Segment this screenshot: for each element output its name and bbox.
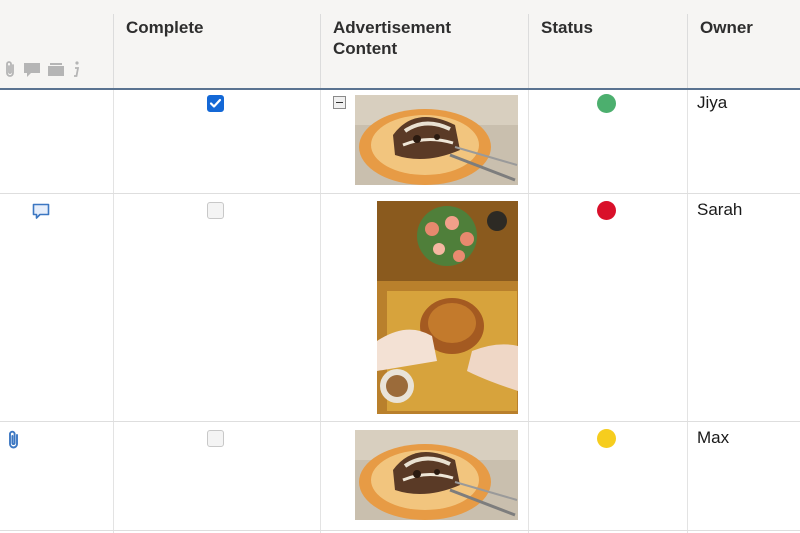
table-row[interactable]: Jiya — [0, 90, 800, 194]
column-header-ad-content[interactable]: Advertisement Content — [320, 0, 528, 88]
row-action-icons-header — [3, 60, 81, 83]
cake-plate-image[interactable] — [355, 430, 518, 520]
status-dot[interactable] — [597, 429, 616, 448]
table-row[interactable]: Max — [0, 422, 800, 531]
cake-plate-image[interactable] — [355, 95, 518, 185]
owner-name[interactable]: Sarah — [697, 200, 742, 220]
complete-checkbox[interactable] — [207, 202, 224, 219]
owner-name[interactable]: Max — [697, 428, 729, 448]
owner-name[interactable]: Jiya — [697, 93, 727, 113]
paperclip-icon[interactable] — [3, 60, 17, 83]
column-header-status[interactable]: Status — [528, 0, 687, 88]
sheet-grid: Complete Advertisement Content Status Ow… — [0, 0, 800, 533]
complete-checkbox[interactable] — [207, 430, 224, 447]
complete-checkbox[interactable] — [207, 95, 224, 112]
paperclip-icon[interactable] — [6, 430, 22, 455]
collapse-toggle-icon[interactable] — [333, 96, 346, 109]
status-dot[interactable] — [597, 201, 616, 220]
comment-icon[interactable] — [32, 203, 50, 225]
column-header-bar: Complete Advertisement Content Status Ow… — [0, 0, 800, 90]
comment-icon[interactable] — [23, 61, 41, 83]
table-row[interactable]: Sarah — [0, 194, 800, 422]
info-icon[interactable] — [71, 60, 81, 83]
column-header-owner[interactable]: Owner — [687, 0, 800, 88]
proofing-icon[interactable] — [47, 61, 65, 82]
column-header-complete[interactable]: Complete — [113, 0, 320, 88]
status-dot[interactable] — [597, 94, 616, 113]
flowers-table-image[interactable] — [377, 201, 518, 414]
